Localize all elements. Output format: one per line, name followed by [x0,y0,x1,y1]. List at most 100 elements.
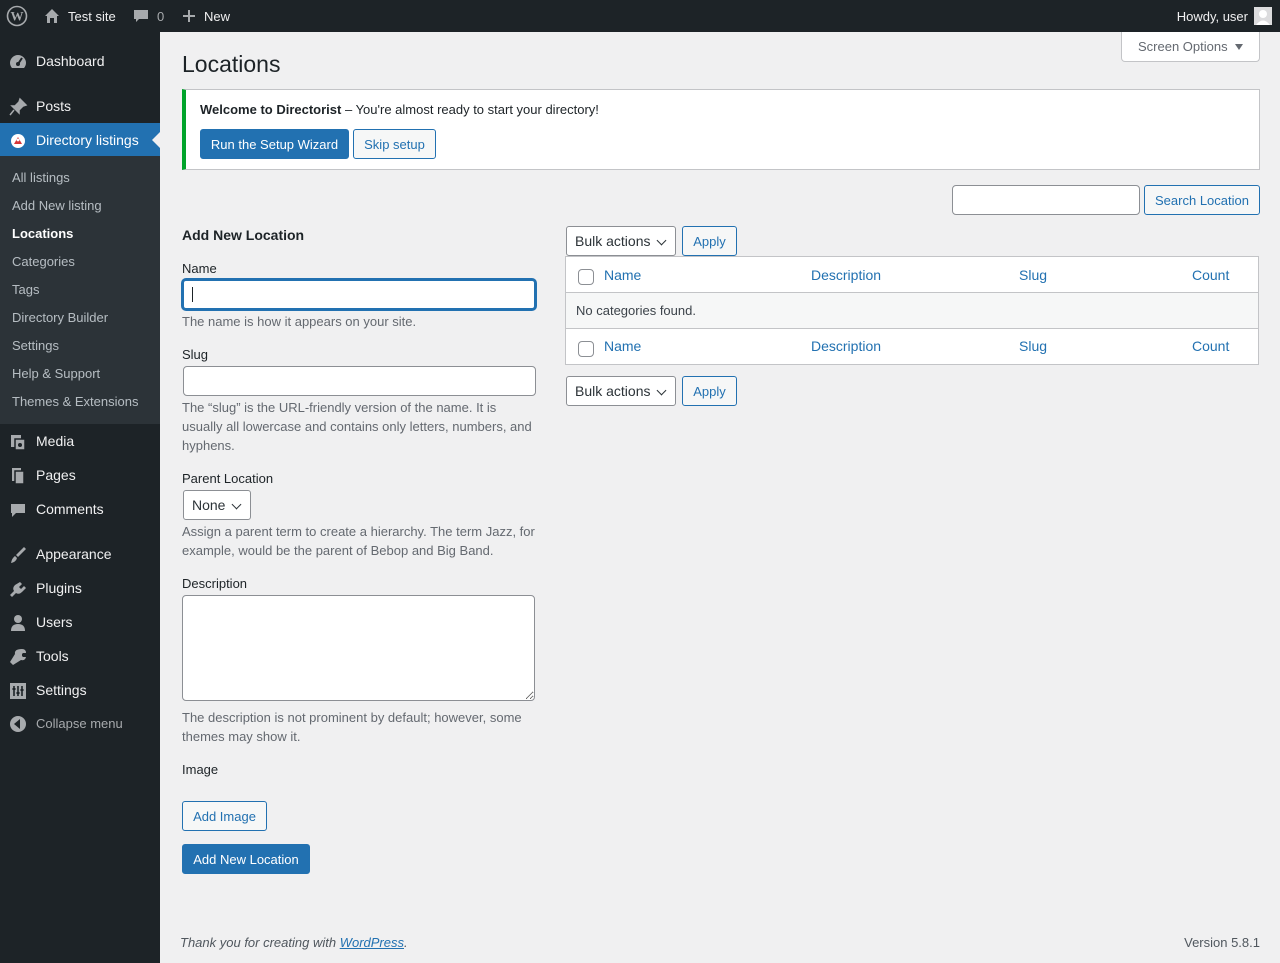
slug-help: The “slug” is the URL-friendly version o… [182,400,532,453]
page-title: Locations [182,51,281,77]
notice-strong: Welcome to Directorist [200,102,342,117]
submenu-themes-extensions[interactable]: Themes & Extensions [12,394,138,409]
menu-label: Collapse menu [36,715,123,731]
site-name: Test site [68,8,116,24]
column-slug[interactable]: Slug [1019,267,1047,283]
footer-thanks: Thank you for creating with WordPress. [180,935,408,950]
bulk-actions-value: Bulk actions [575,233,651,249]
menu-label: Tools [36,648,69,664]
comments-count: 0 [157,8,165,24]
add-image-button[interactable]: Add Image [182,801,267,831]
menu-label: Settings [36,682,87,698]
wordpress-link[interactable]: WordPress [340,935,404,950]
submenu-settings[interactable]: Settings [12,338,59,353]
new-label: New [204,8,231,24]
menu-directory-listings[interactable]: Directory listings [0,123,160,157]
submenu-directory-builder[interactable]: Directory Builder [12,310,108,325]
select-all-checkbox[interactable] [578,269,594,285]
bulk-actions-value: Bulk actions [575,383,651,399]
search-location-button[interactable]: Search Location [1144,185,1260,215]
user-icon [11,615,25,631]
menu-posts[interactable]: Posts [0,89,160,123]
submenu-help-support[interactable]: Help & Support [12,366,100,381]
column-description[interactable]: Description [811,267,881,283]
my-account-link[interactable]: Howdy, user [1177,0,1272,32]
add-new-location-button[interactable]: Add New Location [182,844,310,874]
new-content-link[interactable]: New [182,0,230,32]
parent-selected-value: None [192,497,226,513]
home-icon [45,9,59,23]
admin-bar: W Test site 0 New Howdy, user [0,0,1280,32]
brush-icon [11,547,26,563]
avatar [1254,7,1272,25]
column-name[interactable]: Name [604,267,641,283]
name-help: The name is how it appears on your site. [182,314,417,329]
column-count[interactable]: Count [1192,267,1229,283]
admin-sidebar: Dashboard Posts Directory listings All l… [0,32,160,963]
wordpress-logo-icon[interactable]: W [6,0,28,32]
parent-label: Parent Location [182,471,274,486]
menu-comments[interactable]: Comments [0,492,160,526]
image-label: Image [182,762,219,777]
table-header-row: Name Description Slug Count [566,257,1258,293]
pages-icon [12,468,25,485]
menu-pages[interactable]: Pages [0,458,160,492]
name-field[interactable] [182,279,536,310]
menu-media[interactable]: Media [0,424,160,458]
search-location-input[interactable] [952,185,1140,215]
apply-button-bottom[interactable]: Apply [682,376,737,406]
table-footer-row: Name Description Slug Count [566,329,1258,364]
settings-icon [10,683,26,699]
column-count-footer[interactable]: Count [1192,338,1229,354]
form-heading: Add New Location [182,227,305,243]
footer-version: Version 5.8.1 [1184,935,1260,950]
column-name-footer[interactable]: Name [604,338,641,354]
column-description-footer[interactable]: Description [811,338,881,354]
parent-help: Assign a parent term to create a hierarc… [182,524,535,558]
menu-label: Pages [36,467,76,483]
skip-setup-button[interactable]: Skip setup [353,129,436,159]
select-all-checkbox-footer[interactable] [578,341,594,357]
submenu-all-listings[interactable]: All listings [12,170,70,185]
howdy-text: Howdy, user [1176,8,1248,24]
plug-icon [10,582,26,597]
name-label: Name [182,261,217,276]
caret-down-icon [1235,44,1243,50]
comment-bubble-icon [134,10,148,22]
bulk-actions-select-bottom[interactable]: Bulk actions [566,376,676,406]
collapse-menu-button[interactable]: Collapse menu [0,706,160,740]
menu-plugins[interactable]: Plugins [0,571,160,605]
menu-tools[interactable]: Tools [0,639,160,673]
welcome-notice: Welcome to Directorist – You're almost r… [182,89,1260,170]
submenu-add-new-listing[interactable]: Add New listing [12,198,102,213]
parent-location-select[interactable]: None [183,490,251,520]
notice-message: Welcome to Directorist – You're almost r… [200,102,599,117]
apply-button-top[interactable]: Apply [682,226,737,256]
run-setup-wizard-button[interactable]: Run the Setup Wizard [200,129,349,159]
column-slug-footer[interactable]: Slug [1019,338,1047,354]
screen-options-button[interactable]: Screen Options [1121,32,1260,62]
menu-label: Posts [36,98,72,114]
no-items-message: No categories found. [576,303,696,318]
comments-icon [11,504,25,517]
wrench-icon [10,649,26,665]
comments-link[interactable]: 0 [133,0,164,32]
menu-label: Directory listings [36,132,139,148]
site-name-link[interactable]: Test site [44,0,116,32]
directory-submenu: All listings Add New listing Locations C… [0,156,160,424]
menu-label: Dashboard [36,53,105,69]
submenu-categories[interactable]: Categories [12,254,75,269]
menu-label: Media [36,433,75,449]
bulk-actions-select-top[interactable]: Bulk actions [566,226,676,256]
description-textarea[interactable] [182,595,535,701]
submenu-tags[interactable]: Tags [12,282,39,297]
screen-options-label: Screen Options [1138,39,1228,54]
media-icon [11,435,26,451]
menu-users[interactable]: Users [0,605,160,639]
notice-text: – You're almost ready to start your dire… [341,102,599,117]
menu-dashboard[interactable]: Dashboard [0,44,160,78]
menu-appearance[interactable]: Appearance [0,537,160,571]
submenu-locations[interactable]: Locations [12,226,73,241]
slug-field[interactable] [183,366,536,396]
menu-settings[interactable]: Settings [0,673,160,707]
